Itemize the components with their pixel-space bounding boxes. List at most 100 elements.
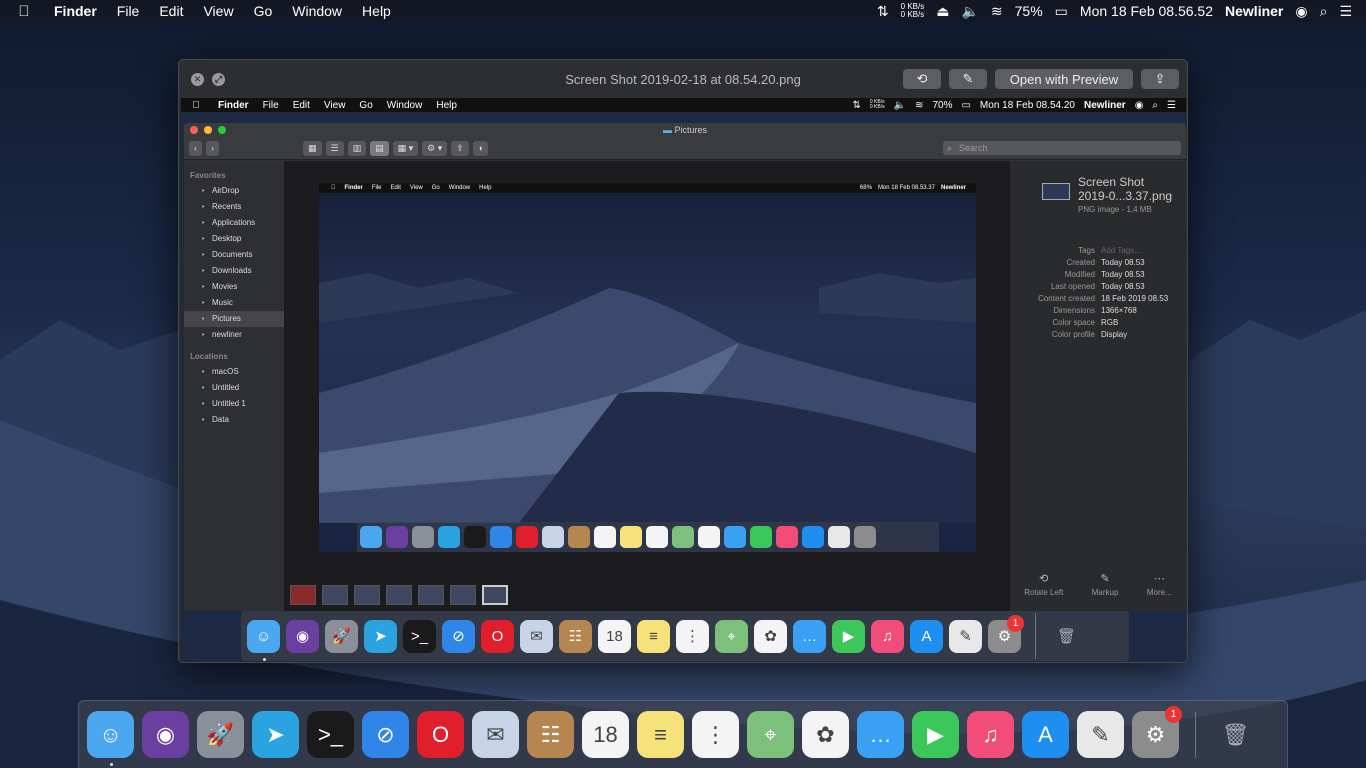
photos-icon[interactable]: ✿	[802, 711, 849, 758]
more-action: ⋯ More...	[1146, 573, 1172, 597]
rotate-left-icon: ⟲	[1039, 573, 1049, 585]
file-kind: PNG image - 1,4 MB	[1078, 205, 1152, 214]
messages-icon: …	[793, 619, 826, 653]
terminal-icon[interactable]: >_	[307, 711, 354, 758]
appstore-icon	[802, 526, 824, 548]
launchpad-icon	[412, 526, 434, 548]
user-name[interactable]: Newliner	[1225, 3, 1283, 19]
finder-sidebar: Favorites ▪ AirDrop ▪ Recents ▪ Applications ▪…	[184, 161, 284, 611]
metadata-key: Content created	[1038, 294, 1095, 303]
open-with-preview-button[interactable]: Open with Preview	[995, 69, 1133, 89]
itunes-icon[interactable]: ♫	[967, 711, 1014, 758]
itunes-icon	[776, 526, 798, 548]
desktop-icon: ▪	[201, 234, 205, 243]
textedit-icon: ✎	[949, 619, 982, 653]
safari-icon	[490, 526, 512, 548]
appstore-icon[interactable]: A	[1022, 711, 1069, 758]
metadata-value: Add Tags...	[1101, 246, 1141, 255]
thumbnail	[354, 585, 380, 605]
network-arrows-icon[interactable]: ⇅	[877, 3, 889, 20]
apple-menu-icon[interactable]: 	[0, 3, 48, 20]
metadata-value: 1366×768	[1101, 306, 1137, 315]
terminal-icon	[464, 526, 486, 548]
finder-close-icon	[190, 126, 198, 134]
siri-icon[interactable]: ◉	[142, 711, 189, 758]
safari-icon[interactable]: ⊘	[362, 711, 409, 758]
maps-icon[interactable]: ⌖	[747, 711, 794, 758]
inner-spotlight-icon: ⌕	[1152, 99, 1159, 111]
photos-icon: ✿	[754, 619, 787, 653]
finder-icon[interactable]: ☺	[87, 711, 134, 766]
eject-icon[interactable]: ⏏	[936, 3, 949, 20]
downloads-icon: ▪	[201, 266, 205, 275]
network-monitor[interactable]: 0 KB/s 0 KB/s	[901, 3, 925, 19]
mail-icon[interactable]: ✉	[472, 711, 519, 758]
opera-icon[interactable]: O	[417, 711, 464, 758]
siri-menu-icon[interactable]: ◉	[1295, 3, 1307, 20]
sidebar-item-label: Untitled	[212, 383, 240, 392]
rotate-button[interactable]: ⟲	[903, 69, 941, 89]
calendar-icon[interactable]: 18	[582, 711, 629, 758]
textedit-icon[interactable]: ✎	[1077, 711, 1124, 758]
spotlight-icon[interactable]: ⌕	[1320, 3, 1328, 20]
quick-actions: ⟲ Rotate Left ✎ Markup ⋯ More...	[1010, 572, 1186, 597]
more-icon: ⋯	[1153, 573, 1165, 585]
facetime-icon[interactable]: ▶	[912, 711, 959, 758]
siri-icon	[386, 526, 408, 548]
fullscreen-icon[interactable]: ⤢	[212, 72, 225, 86]
app-menu[interactable]: Finder	[48, 3, 107, 19]
clock[interactable]: Mon 18 Feb 08.56.52	[1080, 3, 1213, 19]
metadata-key: Modified	[1064, 270, 1095, 279]
tag-icon: ◖	[472, 140, 489, 156]
quicklook-window: ✕ ⤢ Screen Shot 2019-02-18 at 08.54.20.p…	[178, 59, 1188, 663]
sidebar-item-label: AirDrop	[212, 186, 240, 195]
reminders-icon[interactable]: ⋮	[692, 711, 739, 758]
dune-wallpaper	[319, 273, 976, 523]
action-gear-icon: ⚙ ▾	[422, 140, 448, 156]
thumbnail	[386, 585, 412, 605]
contacts-icon[interactable]: ☷	[527, 711, 574, 758]
rotate-icon: ⟲	[916, 71, 928, 86]
sidebar-item-music: ▪ Music	[184, 295, 284, 311]
inner-app-menu: Finder	[218, 99, 249, 111]
menu-file[interactable]: File	[107, 3, 150, 19]
telegram-icon: ➤	[364, 619, 397, 653]
wifi-icon[interactable]: ≋	[991, 3, 1003, 20]
opera-icon	[516, 526, 538, 548]
battery-percent[interactable]: 75%	[1015, 3, 1043, 19]
close-icon[interactable]: ✕	[191, 72, 204, 86]
column-view-icon: ▥	[347, 140, 367, 156]
sidebar-item-label: Applications	[212, 218, 256, 227]
dock-separator	[1195, 711, 1196, 758]
trash-icon[interactable]: 🗑	[1212, 711, 1259, 758]
menu-help[interactable]: Help	[352, 3, 401, 19]
list-view-icon: ☰	[325, 140, 344, 156]
thumbnail	[418, 585, 444, 605]
messages-icon[interactable]: …	[857, 711, 904, 758]
metadata-key: Color space	[1052, 318, 1095, 327]
sidebar-item-untitled: ▪ Untitled	[184, 380, 284, 396]
settings-icon	[854, 526, 876, 548]
share-button[interactable]: ⇪	[1141, 69, 1179, 89]
menu-go[interactable]: Go	[244, 3, 283, 19]
preview-info-pane: Screen Shot 2019-0...3.37.png PNG image …	[1010, 161, 1186, 611]
telegram-icon[interactable]: ➤	[252, 711, 299, 758]
launchpad-icon[interactable]: 🚀	[197, 711, 244, 758]
gallery-preview-image:  Finder File Edit View Go Window Help 6…	[319, 183, 976, 552]
pictures-icon: ▪	[201, 314, 205, 323]
volume-icon[interactable]: 🔈	[961, 3, 978, 20]
sidebar-item-label: Untitled 1	[212, 399, 246, 408]
sidebar-item-desktop: ▪ Desktop	[184, 231, 284, 247]
back-icon: ‹	[189, 140, 202, 156]
menu-view[interactable]: View	[193, 3, 243, 19]
settings-icon[interactable]: ⚙ 1	[1132, 706, 1182, 758]
notification-center-icon[interactable]: ☰	[1339, 3, 1352, 20]
notes-icon[interactable]: ≡	[637, 711, 684, 758]
menu-window[interactable]: Window	[282, 3, 352, 19]
markup-button[interactable]: ✎	[949, 69, 987, 89]
screenshot-content:  Finder File Edit View Go Window Help ⇅…	[181, 98, 1186, 662]
battery-icon[interactable]: ▭	[1055, 3, 1068, 20]
window-titlebar: ✕ ⤢ Screen Shot 2019-02-18 at 08.54.20.p…	[179, 60, 1187, 98]
sidebar-item-macos: ▪ macOS	[184, 364, 284, 380]
menu-edit[interactable]: Edit	[149, 3, 193, 19]
